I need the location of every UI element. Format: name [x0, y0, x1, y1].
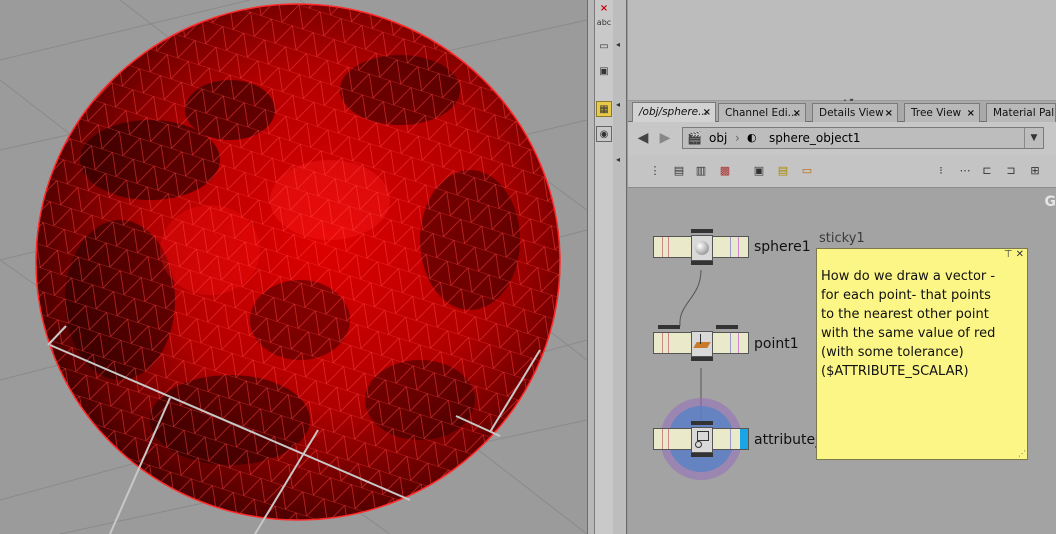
collapse-arrow-icon-2[interactable]: ◂ [616, 100, 620, 109]
sphere-icon [691, 235, 713, 261]
eye-icon[interactable]: ◉ [596, 126, 612, 142]
layout-icon-1[interactable]: ⁝ [934, 164, 948, 178]
tab-material-palette[interactable]: Material Pal... [986, 103, 1056, 122]
package-icon[interactable]: ▭ [800, 164, 814, 178]
close-icon[interactable]: × [703, 103, 711, 122]
display-options-icon[interactable]: ▭ [596, 38, 612, 54]
3d-viewport[interactable] [0, 0, 587, 534]
input-connector[interactable] [691, 421, 713, 425]
input-connector[interactable] [658, 325, 680, 329]
tab-network[interactable]: /obj/sphere... × [632, 102, 716, 123]
chevron-down-icon[interactable]: ▼ [1024, 128, 1043, 148]
attribute-sop-icon [691, 427, 713, 453]
network-editor[interactable]: G sphere1 point1 attribute_scalar sticky… [628, 188, 1056, 534]
tab-details-view[interactable]: Details View × [812, 103, 898, 122]
collapse-arrow-icon[interactable]: ◂ [616, 40, 620, 49]
tab-tree-view-label: Tree View [911, 107, 962, 119]
pane-splitter[interactable] [587, 0, 595, 534]
close-icon[interactable]: × [885, 104, 893, 122]
text-tool-button[interactable]: abc [596, 14, 612, 30]
resize-grip-icon[interactable]: ⋰ [1018, 449, 1026, 458]
layout-icon-4[interactable]: ⊐ [1004, 164, 1018, 178]
render-flag[interactable] [740, 429, 748, 449]
path-current[interactable]: sphere_object1 [769, 131, 861, 145]
snapshot-icon[interactable]: ▣ [752, 164, 766, 178]
layout-icon-2[interactable]: ⋯ [958, 164, 972, 178]
tab-details-view-label: Details View [819, 107, 884, 119]
network-path[interactable]: 🎬 obj › ◐ sphere_object1 ▼ [682, 127, 1044, 149]
palette-icon[interactable]: ▩ [718, 164, 732, 178]
output-connector[interactable] [691, 357, 713, 361]
forward-arrow-icon[interactable]: ▶ [656, 129, 674, 147]
abc-label: abc [596, 17, 612, 27]
pane-tabs: /obj/sphere... × Channel Edi... × Detail… [628, 101, 1056, 123]
layout-icon-5[interactable]: ⊞ [1028, 164, 1042, 178]
node-label: sphere1 [754, 239, 811, 255]
point-sop-icon [691, 331, 713, 357]
output-connector[interactable] [691, 453, 713, 457]
pane-splitter-right[interactable]: ◂ ◂ ◂ [613, 0, 627, 534]
viewport-side-toolbar: × abc ▭ ▣ ▦ ◉ [595, 0, 613, 534]
node-sphere1[interactable] [653, 229, 749, 265]
sticky-text[interactable]: How do we draw a vector - for each point… [821, 267, 1021, 381]
input-connector-2[interactable] [716, 325, 738, 329]
tab-network-label: /obj/sphere... [639, 106, 709, 118]
note-icon[interactable]: ▤ [776, 164, 790, 178]
path-bar: ◀ ▶ 🎬 obj › ◐ sphere_object1 ▼ [628, 122, 1056, 155]
tab-channel-editor[interactable]: Channel Edi... × [718, 103, 806, 122]
tab-tree-view[interactable]: Tree View × [904, 103, 980, 122]
details-icon[interactable]: ▥ [694, 164, 708, 178]
upper-pane: ▴ ▾ [628, 0, 1056, 105]
tab-material-palette-label: Material Pal... [993, 107, 1055, 119]
tree-icon[interactable]: ⋮ [648, 164, 662, 178]
node-label: point1 [754, 336, 799, 352]
path-separator-icon: › [735, 131, 740, 145]
close-icon[interactable]: × [967, 104, 975, 122]
object-icon: ◐ [747, 131, 757, 144]
clapper-icon: 🎬 [687, 131, 702, 145]
collapse-arrow-icon-3[interactable]: ◂ [616, 155, 620, 164]
node-point1[interactable] [653, 325, 749, 361]
grid-layout-icon[interactable]: ▦ [596, 101, 612, 117]
back-arrow-icon[interactable]: ◀ [634, 129, 652, 147]
viewport-scene [0, 0, 587, 534]
sticky-controls[interactable]: ⊤ ✕ [1004, 249, 1024, 260]
close-icon[interactable]: × [793, 104, 801, 122]
input-connector[interactable] [691, 229, 713, 233]
tab-channel-editor-label: Channel Edi... [725, 107, 798, 119]
sticky-name: sticky1 [819, 231, 865, 246]
layout-icon-3[interactable]: ⊏ [980, 164, 994, 178]
list-icon[interactable]: ▤ [672, 164, 686, 178]
sticky-note[interactable]: ⊤ ✕ How do we draw a vector - for each p… [816, 248, 1028, 460]
path-root[interactable]: obj [709, 131, 727, 145]
red-sphere [35, 3, 561, 521]
output-connector[interactable] [691, 261, 713, 265]
node-attribute-scalar[interactable] [653, 421, 749, 457]
image-icon[interactable]: ▣ [596, 63, 612, 79]
network-toolbar: ⋮ ▤ ▥ ▩ ▣ ▤ ▭ ⁝ ⋯ ⊏ ⊐ ⊞ [628, 155, 1056, 188]
